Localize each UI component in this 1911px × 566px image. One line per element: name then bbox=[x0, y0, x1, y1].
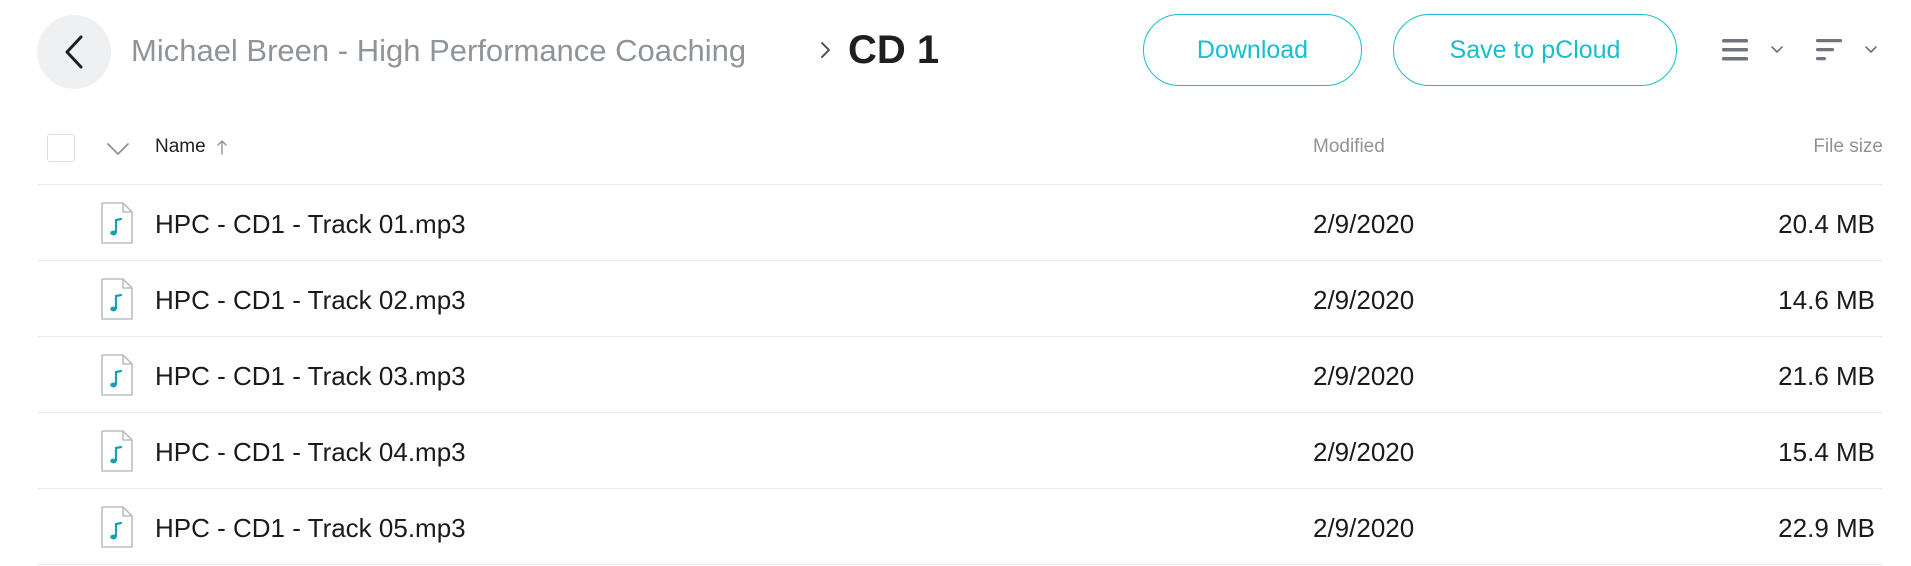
chevron-down-icon[interactable] bbox=[105, 140, 131, 158]
file-modified: 2/9/2020 bbox=[1313, 361, 1415, 391]
audio-file-icon bbox=[101, 506, 133, 548]
breadcrumb-separator-icon bbox=[821, 42, 830, 58]
table-header: Name Modified File size bbox=[37, 122, 1883, 184]
audio-file-icon bbox=[101, 430, 133, 472]
chevron-down-icon bbox=[1771, 46, 1783, 53]
file-size: 20.4 MB bbox=[1778, 209, 1875, 239]
table-row[interactable]: HPC - CD1 - Track 01.mp3 2/9/2020 20.4 MB bbox=[37, 185, 1883, 261]
file-modified: 2/9/2020 bbox=[1313, 209, 1415, 239]
header: Michael Breen - High Performance Coachin… bbox=[0, 0, 1911, 100]
column-header-name[interactable]: Name bbox=[155, 136, 228, 158]
arrow-up-icon bbox=[216, 140, 227, 155]
file-name[interactable]: HPC - CD1 - Track 05.mp3 bbox=[155, 513, 466, 544]
file-modified: 2/9/2020 bbox=[1313, 437, 1415, 467]
file-name[interactable]: HPC - CD1 - Track 01.mp3 bbox=[155, 209, 466, 240]
file-size: 14.6 MB bbox=[1778, 285, 1875, 315]
audio-file-icon bbox=[101, 354, 133, 396]
file-modified: 2/9/2020 bbox=[1313, 285, 1415, 315]
file-modified: 2/9/2020 bbox=[1313, 513, 1415, 543]
breadcrumb-parent[interactable]: Michael Breen - High Performance Coachin… bbox=[131, 33, 746, 69]
audio-file-icon bbox=[101, 278, 133, 320]
file-name[interactable]: HPC - CD1 - Track 02.mp3 bbox=[155, 285, 466, 316]
file-size: 15.4 MB bbox=[1778, 437, 1875, 467]
download-button[interactable]: Download bbox=[1143, 14, 1362, 86]
select-all-checkbox[interactable] bbox=[47, 134, 75, 162]
table-row[interactable]: HPC - CD1 - Track 04.mp3 2/9/2020 15.4 MB bbox=[37, 413, 1883, 489]
file-size: 22.9 MB bbox=[1778, 513, 1875, 543]
column-header-file-size[interactable]: File size bbox=[1813, 136, 1883, 158]
sort-dropdown[interactable] bbox=[1814, 32, 1884, 68]
chevron-down-icon bbox=[1865, 46, 1877, 53]
chevron-left-icon bbox=[65, 35, 83, 69]
file-name[interactable]: HPC - CD1 - Track 03.mp3 bbox=[155, 361, 466, 392]
audio-file-icon bbox=[101, 202, 133, 244]
save-to-pcloud-button[interactable]: Save to pCloud bbox=[1393, 14, 1677, 86]
view-mode-dropdown[interactable] bbox=[1720, 32, 1790, 68]
table-row[interactable]: HPC - CD1 - Track 03.mp3 2/9/2020 21.6 MB bbox=[37, 337, 1883, 413]
table-row[interactable]: HPC - CD1 - Track 05.mp3 2/9/2020 22.9 MB bbox=[37, 489, 1883, 565]
sort-icon bbox=[1816, 39, 1842, 61]
breadcrumb-current: CD 1 bbox=[848, 28, 940, 72]
column-header-modified[interactable]: Modified bbox=[1313, 136, 1385, 158]
back-button[interactable] bbox=[37, 15, 111, 89]
file-size: 21.6 MB bbox=[1778, 361, 1875, 391]
list-view-icon bbox=[1722, 39, 1748, 61]
file-list: HPC - CD1 - Track 01.mp3 2/9/2020 20.4 MB H… bbox=[37, 185, 1883, 565]
table-row[interactable]: HPC - CD1 - Track 02.mp3 2/9/2020 14.6 MB bbox=[37, 261, 1883, 337]
file-name[interactable]: HPC - CD1 - Track 04.mp3 bbox=[155, 437, 466, 468]
column-name-label: Name bbox=[155, 136, 206, 157]
